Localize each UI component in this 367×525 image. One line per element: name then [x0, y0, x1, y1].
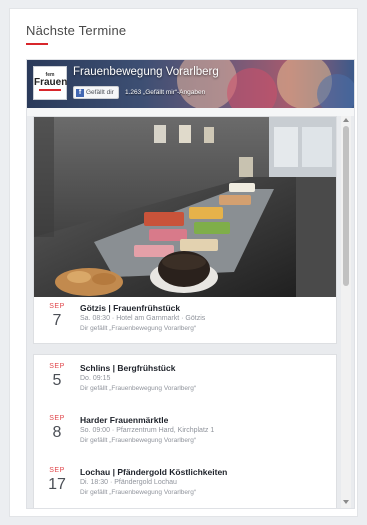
- page-logo[interactable]: fem Frauen: [33, 66, 67, 100]
- event-item[interactable]: SEP 17 Lochau | Pfändergold Köstlichkeit…: [34, 463, 336, 508]
- event-time-location: So. 09:00 · Pfarrzentrum Hard, Kirchplat…: [80, 427, 215, 434]
- event-time-location: Sa. 08:30 · Hotel am Garnmarkt · Götzis: [80, 315, 206, 322]
- event-social-context: Dir gefällt „Frauenbewegung Vorarlberg“: [80, 489, 196, 496]
- event-social-context: Dir gefällt „Frauenbewegung Vorarlberg“: [80, 437, 196, 444]
- scroll-up-arrow-icon[interactable]: [343, 118, 349, 122]
- event-title[interactable]: Harder Frauenmärktle: [80, 415, 168, 425]
- upcoming-events-card: Nächste Termine fem Frauen Frauenbewegun…: [9, 8, 358, 517]
- event-time-location: Di. 18:30 · Pfändergold Lochau: [80, 479, 177, 486]
- like-count: 1.263 „Gefällt mir“-Angaben: [125, 89, 206, 96]
- page-name-link[interactable]: Frauenbewegung Vorarlberg: [73, 66, 219, 78]
- like-button[interactable]: f Gefällt dir: [73, 86, 119, 99]
- event-title[interactable]: Schlins | Bergfrühstück: [80, 363, 175, 373]
- page-cover-photo[interactable]: fem Frauen Frauenbewegung Vorarlberg f G…: [27, 60, 354, 108]
- featured-event-card[interactable]: SEP 7 Götzis | Frauenfrühstück Sa. 08:30…: [33, 116, 337, 344]
- event-item[interactable]: SEP 7 Götzis | Frauenfrühstück Sa. 08:30…: [34, 299, 336, 347]
- logo-big-text: Frauen: [34, 77, 68, 88]
- cover-photo-figure: [227, 68, 277, 108]
- event-item[interactable]: SEP 5 Schlins | Bergfrühstück Do. 09:15 …: [34, 359, 336, 407]
- event-social-context: Dir gefällt „Frauenbewegung Vorarlberg“: [80, 325, 196, 332]
- buffet-photo-image: [34, 117, 336, 297]
- facebook-events-widget: fem Frauen Frauenbewegung Vorarlberg f G…: [26, 59, 355, 509]
- event-month: SEP: [49, 363, 65, 370]
- event-social-context: Dir gefällt „Frauenbewegung Vorarlberg“: [80, 385, 196, 392]
- event-day: 7: [52, 312, 62, 329]
- event-time-location: Do. 09:15: [80, 375, 111, 382]
- heading-underline: [26, 43, 48, 45]
- scrollbar-thumb[interactable]: [343, 126, 349, 286]
- event-day: 8: [52, 424, 62, 441]
- section-heading: Nächste Termine: [26, 23, 127, 38]
- event-list-card: SEP 5 Schlins | Bergfrühstück Do. 09:15 …: [33, 354, 337, 508]
- facebook-icon: f: [76, 88, 84, 97]
- cover-photo-figure: [317, 74, 354, 108]
- scroll-down-arrow-icon[interactable]: [343, 500, 349, 504]
- event-day: 17: [48, 476, 66, 493]
- event-title[interactable]: Lochau | Pfändergold Köstlichkeiten: [80, 467, 227, 477]
- event-day: 5: [52, 372, 62, 389]
- event-photo[interactable]: [34, 117, 336, 297]
- event-month: SEP: [49, 303, 65, 310]
- event-month: SEP: [49, 467, 65, 474]
- event-title[interactable]: Götzis | Frauenfrühstück: [80, 303, 180, 313]
- logo-red-line: [39, 89, 61, 91]
- events-feed[interactable]: SEP 7 Götzis | Frauenfrühstück Sa. 08:30…: [27, 116, 354, 508]
- feed-scrollbar[interactable]: [341, 116, 351, 508]
- event-item[interactable]: SEP 8 Harder Frauenmärktle So. 09:00 · P…: [34, 411, 336, 459]
- event-month: SEP: [49, 415, 65, 422]
- like-button-label: Gefällt dir: [86, 89, 114, 96]
